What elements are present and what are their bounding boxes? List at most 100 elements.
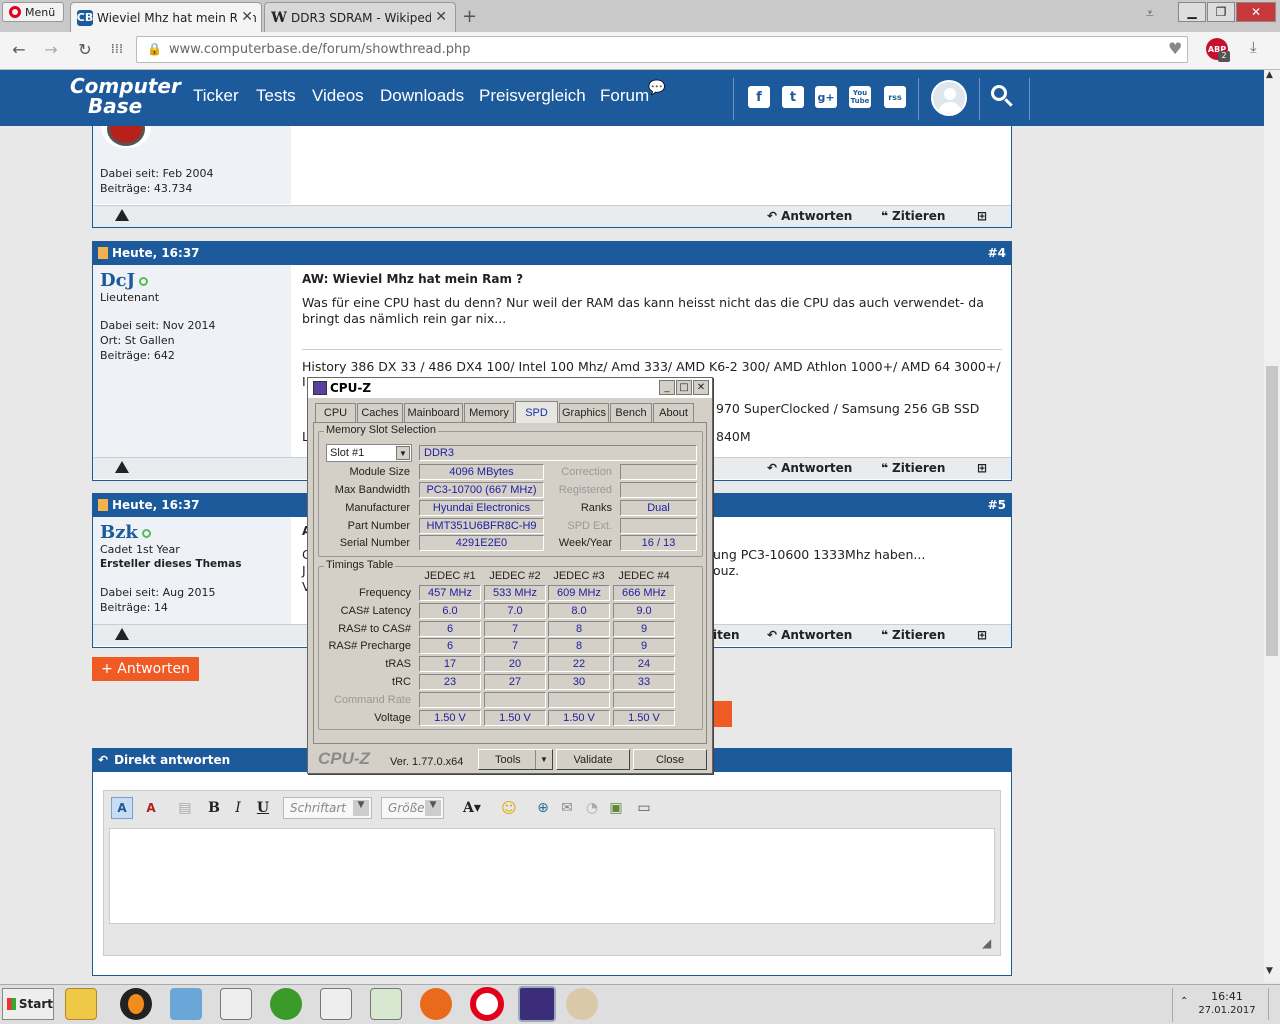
cpuz-tab-cpu[interactable]: CPU [315,403,356,422]
post-number[interactable]: #4 [988,246,1006,260]
opera-icon[interactable] [470,987,504,1021]
reply-button[interactable]: ↶ Antworten [767,628,852,642]
spreadsheet-icon[interactable] [370,988,402,1020]
unlink-icon[interactable]: ◔ [581,797,603,819]
notepad-icon[interactable] [220,988,252,1020]
cpuz-taskbar-icon[interactable] [518,986,556,1022]
search-icon[interactable] [991,85,1013,107]
switch-mode-icon[interactable]: A [111,797,133,819]
twitter-icon[interactable]: t [782,86,804,108]
link-icon[interactable]: ⊕ [532,797,554,819]
show-desktop-button[interactable] [1268,988,1278,1020]
reply-button[interactable]: ↶ Antworten [767,461,852,475]
font-select[interactable]: Schriftart ▼ [283,797,372,819]
nav-ticker[interactable]: Ticker [193,86,239,106]
partial-orange-button[interactable] [712,701,732,727]
tray-expand-icon[interactable]: ⌃ [1180,996,1188,1007]
control-panel-icon[interactable] [170,988,202,1020]
email-icon[interactable]: ✉ [556,797,578,819]
nav-downloads[interactable]: Downloads [380,86,464,106]
cpuz-titlebar[interactable]: CPU-Z [308,378,712,398]
new-tab-button[interactable]: + [462,6,477,27]
clock-time[interactable]: 16:41 [1196,990,1258,1003]
quote-bubble-icon[interactable]: ▭ [633,797,655,819]
tab-menu-icon[interactable]: ⩡ [1146,6,1154,22]
nav-tests[interactable]: Tests [256,86,296,106]
maximize-button[interactable]: ❐ [1207,2,1235,22]
cpuz-tab-bench[interactable]: Bench [610,403,652,422]
cpuz-maximize-button[interactable]: □ [676,380,692,395]
address-bar[interactable]: 🔒 www.computerbase.de/forum/showthread.p… [136,36,1188,63]
reload-icon[interactable]: ↻ [74,38,96,60]
reply-textarea[interactable] [109,828,995,924]
cpuz-tab-spd[interactable]: SPD [515,401,558,423]
close-tab-icon[interactable]: ✕ [431,9,447,25]
post-number[interactable]: #5 [988,498,1006,512]
cpuz-tab-caches[interactable]: Caches [357,403,403,422]
rss-icon[interactable]: rss [884,86,906,108]
tools-button[interactable]: Tools ▼ [478,749,553,770]
youtube-icon[interactable]: You Tube [849,86,871,108]
scroll-down-icon[interactable]: ▼ [1266,966,1273,976]
computerbase-logo[interactable]: Computer Base [70,76,181,120]
size-select[interactable]: Größe ▼ [381,797,444,819]
cpuz-tab-mainboard[interactable]: Mainboard [404,403,463,422]
back-icon[interactable]: ← [8,38,30,60]
scroll-up-icon[interactable]: ▲ [1266,70,1273,80]
slot-select[interactable]: Slot #1 ▼ [326,444,412,462]
report-warning-icon[interactable] [115,209,129,221]
user-avatar[interactable] [931,80,967,116]
clock-date[interactable]: 27.01.2017 [1196,1005,1258,1016]
remove-format-icon[interactable]: A [140,797,162,819]
multi-quote-button[interactable]: ⊞ [977,461,987,475]
opera-menu-button[interactable]: Menü [2,2,64,22]
nav-forum[interactable]: Forum [600,86,649,106]
scrollbar-thumb[interactable] [1266,366,1278,656]
username[interactable]: DcJ [100,270,149,291]
cpuz-tab-memory[interactable]: Memory [464,403,514,422]
report-warning-icon[interactable] [115,461,129,473]
chevron-down-icon[interactable]: ▼ [535,750,552,769]
minimize-button[interactable]: ▁ [1178,2,1206,22]
partial-button[interactable]: iten [713,628,740,642]
smiley-icon[interactable]: ☺ [498,797,520,819]
paint-icon[interactable] [566,988,598,1020]
start-button[interactable]: Start [2,988,54,1020]
file-explorer-icon[interactable] [65,988,97,1020]
window-app-icon[interactable] [320,988,352,1020]
close-button[interactable]: Close [633,749,707,770]
media-player-icon[interactable] [120,988,152,1020]
firefox-icon[interactable] [420,988,452,1020]
nav-preisvergleich[interactable]: Preisvergleich [479,86,586,106]
quote-button[interactable]: ❝ Zitieren [881,461,945,475]
quote-button[interactable]: ❝ Zitieren [881,628,945,642]
tab-wikipedia[interactable]: W DDR3 SDRAM - Wikipedia ✕ [264,2,456,32]
facebook-icon[interactable]: f [748,86,770,108]
username[interactable]: Bzk [100,522,151,543]
cpuz-close-button[interactable]: ✕ [693,380,709,395]
cpuz-tab-about[interactable]: About [653,403,694,422]
cpuz-minimize-button[interactable]: _ [659,380,675,395]
close-tab-icon[interactable]: ✕ [237,9,253,25]
validate-button[interactable]: Validate [556,749,630,770]
font-color-icon[interactable]: A▾ [457,797,487,819]
resize-handle-icon[interactable]: ◢ [982,936,991,950]
forward-icon[interactable]: → [40,38,62,60]
report-warning-icon[interactable] [115,628,129,640]
multi-quote-button[interactable]: ⊞ [977,209,987,223]
download-icon[interactable]: ⤓ [1250,38,1257,56]
speed-dial-icon[interactable]: ⁞⁞⁞ [106,38,128,60]
bookmark-heart-icon[interactable]: ♥ [1168,39,1182,58]
image-icon[interactable]: ▣ [605,797,627,819]
quote-button[interactable]: ❝ Zitieren [881,209,945,223]
close-window-button[interactable]: ✕ [1236,2,1276,22]
reply-button[interactable]: ↶ Antworten [767,209,852,223]
paste-icon[interactable]: ▤ [174,797,196,819]
cpuz-tab-graphics[interactable]: Graphics [559,403,609,422]
bold-icon[interactable]: B [203,797,225,819]
multi-quote-button[interactable]: ⊞ [977,628,987,642]
italic-icon[interactable]: I [227,797,249,819]
nav-videos[interactable]: Videos [312,86,364,106]
network-icon[interactable] [270,988,302,1020]
answer-button[interactable]: + Antworten [92,657,199,681]
